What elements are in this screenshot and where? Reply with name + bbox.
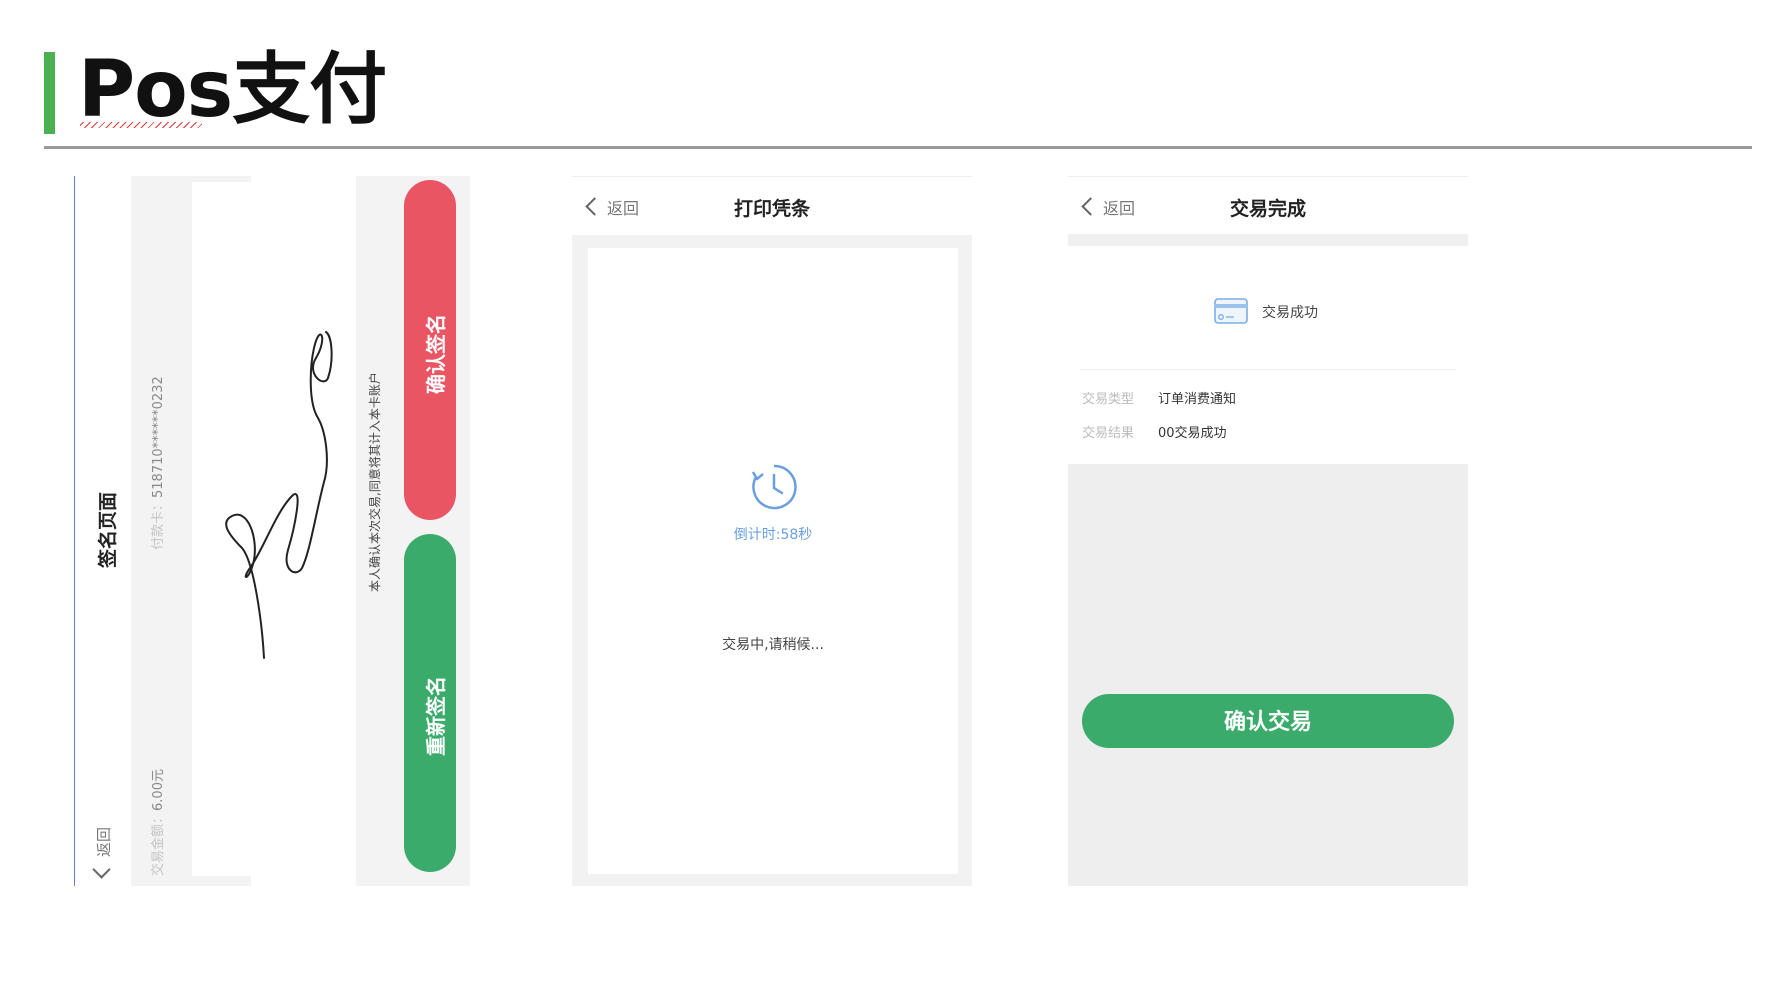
clock-refresh-icon [751,464,797,510]
row-value: 订单消费通知 [1158,392,1237,407]
signature-screen: 返回 签名页面 付款卡：518710******0232 交易金额：6.00元 … [74,176,470,886]
page-title: 签名页面 [97,491,119,568]
header-gap [1068,234,1468,246]
status-text: 交易中,请稍候... [722,637,824,653]
spellcheck-underline [80,122,202,128]
agreement-text: 本人确认本次交易,同意将其计入本卡账户 [368,372,382,592]
detail-row: 交易类型 订单消费通知 [1082,388,1236,407]
done-screen: 返回 交易完成 交易成功 交易类型 订单消费通知 交易结果 00交易成功 确认交易 [1068,176,1468,886]
print-header: 返回 打印凭条 [572,176,972,235]
print-body: 倒计时:58秒 交易中,请稍候... [588,248,958,874]
confirm-signature-button[interactable]: 确认签名 [404,180,456,520]
card-label: 付款卡： [151,497,166,550]
card-number: 518710******0232 [151,376,166,498]
done-header: 返回 交易完成 [1068,176,1468,235]
slide-title: Pos支付 [78,40,387,140]
confirm-signature-label: 确认签名 [424,314,448,394]
title-accent-bar [44,52,55,134]
divider [1080,369,1456,370]
page-title: 交易完成 [1229,198,1306,220]
amount-value: 6.00元 [151,769,166,811]
resign-label: 重新签名 [424,676,448,756]
credit-card-icon [1214,298,1248,324]
back-button[interactable]: 返回 [92,826,114,879]
row-label: 交易结果 [1082,426,1135,441]
title-divider [44,146,1752,149]
row-label: 交易类型 [1082,392,1135,407]
result-banner: 交易成功 [1262,305,1318,321]
signature-canvas[interactable] [192,182,356,876]
detail-row: 交易结果 00交易成功 [1082,422,1227,441]
page-title: 打印凭条 [733,198,810,220]
signature-stroke [225,331,333,659]
amount-info: 交易金额：6.00元 [147,769,166,876]
print-screen: 返回 打印凭条 倒计时:58秒 交易中,请稍候... [572,176,972,886]
signature-header: 返回 签名页面 [75,176,131,886]
countdown-text: 倒计时:58秒 [733,527,813,543]
card-info: 付款卡：518710******0232 [147,376,166,550]
confirm-transaction-button[interactable]: 确认交易 [1082,694,1454,748]
back-label: 返回 [95,826,113,857]
amount-label: 交易金额： [151,810,166,876]
chevron-left-icon [92,860,111,879]
resign-button[interactable]: 重新签名 [404,534,456,872]
row-value: 00交易成功 [1158,426,1227,441]
done-footer-area [1068,464,1468,886]
